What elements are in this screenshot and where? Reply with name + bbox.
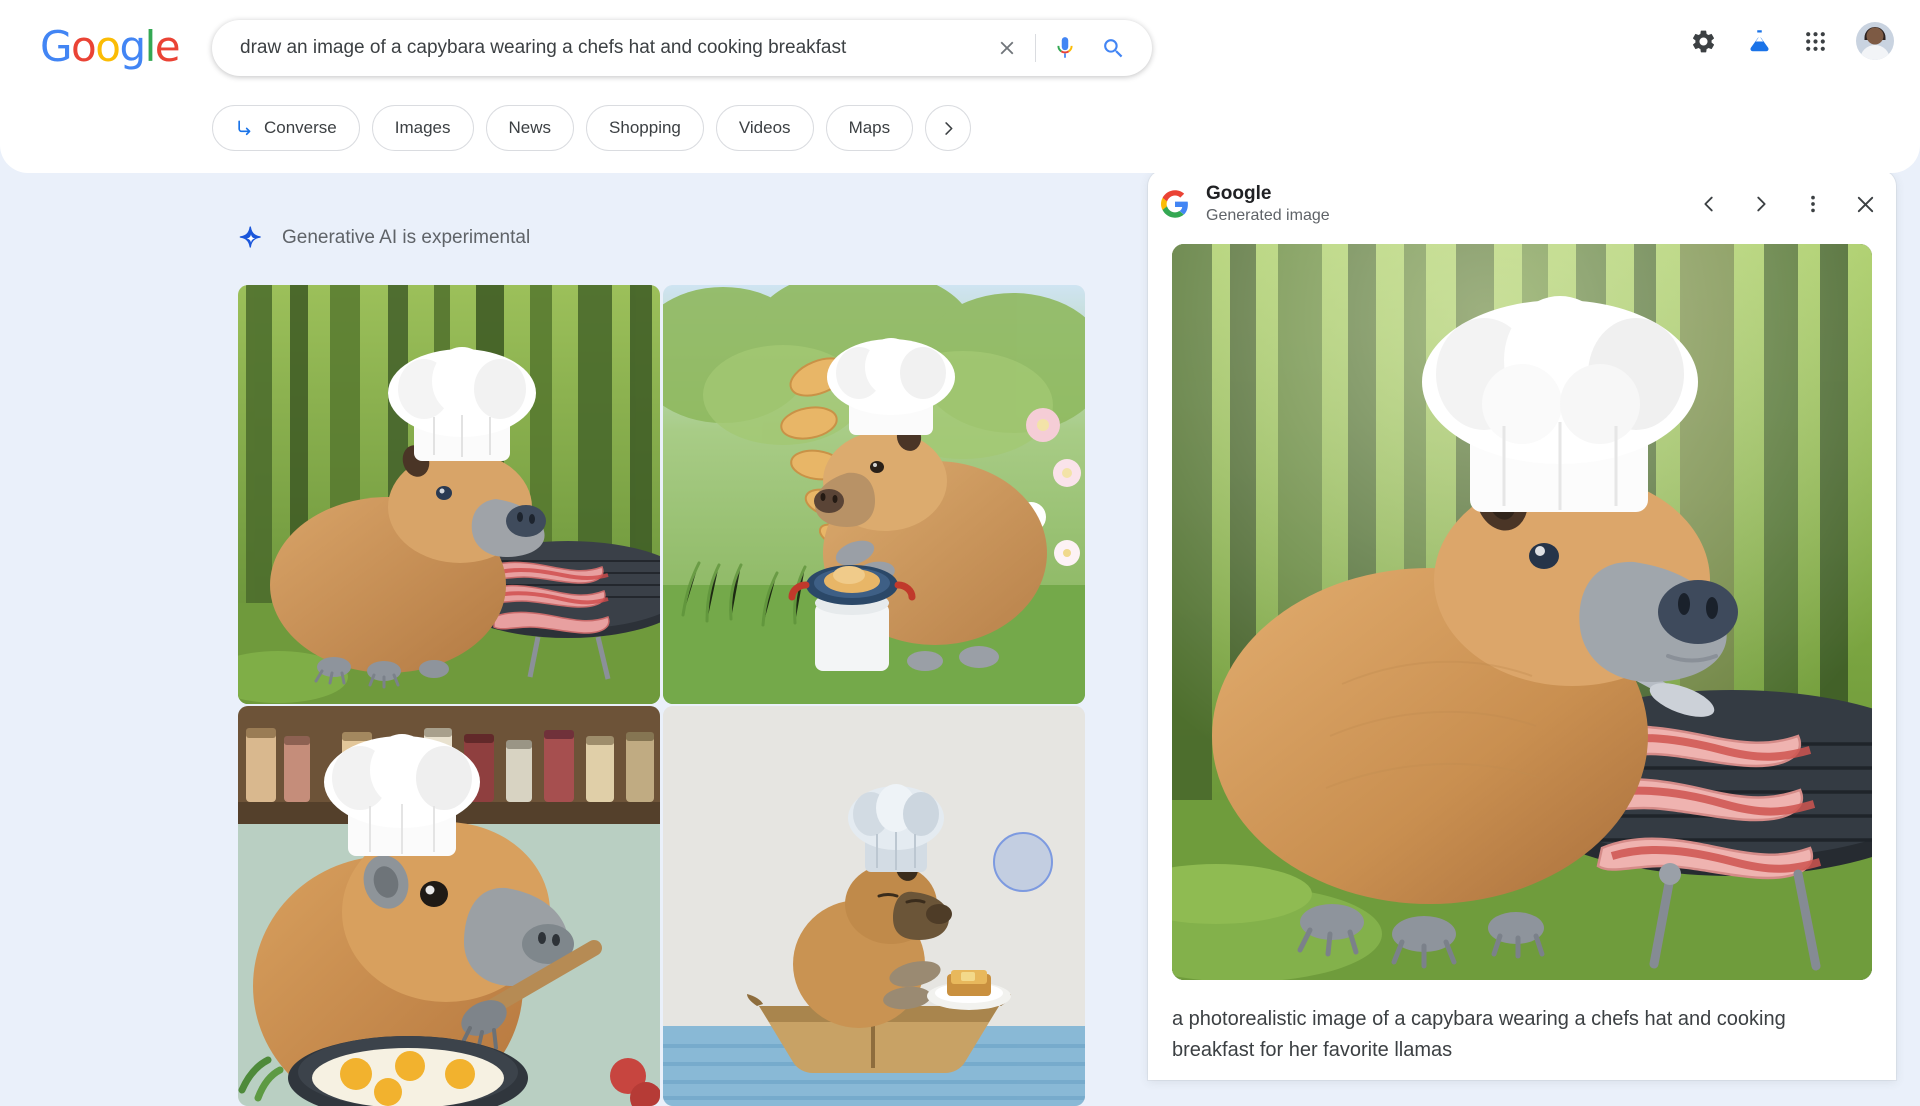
chip-videos[interactable]: Videos — [715, 105, 814, 151]
results-area: Generative AI is experimental — [0, 173, 1140, 1106]
kitchen-eggs-illustration — [238, 706, 660, 1106]
logo-letter-e: e — [154, 22, 181, 71]
chip-label: Maps — [848, 118, 891, 137]
close-icon — [1000, 41, 1014, 55]
chip-maps[interactable]: Maps — [825, 105, 914, 151]
chevron-right-icon — [1757, 196, 1766, 212]
chip-shopping[interactable]: Shopping — [586, 105, 704, 151]
google-logo[interactable]: Google — [40, 22, 181, 71]
avatar[interactable] — [1856, 22, 1894, 60]
preview-panel-titles: Google Generated image — [1206, 183, 1694, 226]
generative-ai-notice-label: Generative AI is experimental — [282, 227, 531, 248]
generated-image-1[interactable] — [238, 285, 660, 704]
microphone-icon — [1057, 37, 1073, 58]
preview-source-subtitle: Generated image — [1206, 206, 1330, 224]
preview-caption: a photorealistic image of a capybara wea… — [1172, 1008, 1786, 1061]
next-image-button[interactable] — [1746, 189, 1776, 219]
lab-flask-icon — [1749, 29, 1769, 51]
avatar-body — [1860, 45, 1890, 60]
chevron-left-icon — [1704, 196, 1713, 212]
chip-label: Shopping — [609, 118, 681, 137]
chip-images[interactable]: Images — [371, 105, 474, 151]
converse-arrow-icon — [238, 120, 251, 136]
generated-image-3[interactable] — [238, 706, 660, 1106]
logo-letter-l: l — [144, 22, 157, 71]
search-input[interactable] — [212, 20, 985, 76]
generated-image-4[interactable] — [663, 706, 1085, 1106]
chip-label: News — [508, 118, 552, 137]
close-icon — [1857, 196, 1873, 212]
chevron-right-icon — [944, 121, 953, 135]
image-preview-panel: Google Generated image a photorealistic … — [1148, 170, 1896, 1080]
filter-chips: Converse Images News Shopping Videos Map… — [212, 105, 972, 151]
close-preview-button[interactable] — [1850, 189, 1880, 219]
logo-letter-g1: G — [40, 22, 73, 71]
sparkle-icon — [239, 226, 261, 248]
header-actions — [1688, 22, 1894, 60]
generative-ai-notice: Generative AI is experimental — [236, 223, 530, 253]
kebab-menu-icon — [1811, 195, 1815, 213]
chip-label: Images — [394, 118, 451, 137]
avatar-face — [1866, 27, 1884, 45]
generated-image-grid — [238, 285, 1085, 1106]
logo-letter-g2: g — [119, 22, 146, 71]
preview-panel-header: Google Generated image — [1148, 170, 1896, 238]
previous-image-button[interactable] — [1694, 189, 1724, 219]
chip-news[interactable]: News — [485, 105, 575, 151]
boat-watercolor-illustration — [663, 706, 1085, 1106]
gear-icon — [1692, 30, 1714, 52]
logo-letter-o1: o — [71, 22, 97, 71]
search-icon — [1103, 38, 1122, 57]
more-options-button[interactable] — [1798, 189, 1828, 219]
google-g-icon — [1158, 187, 1192, 221]
chip-label: Videos — [738, 118, 791, 137]
settings-button[interactable] — [1688, 26, 1718, 56]
forest-grill-illustration — [238, 285, 660, 704]
generated-image-2[interactable] — [663, 285, 1085, 704]
app-header: Google draw an image of a capybara weari… — [0, 0, 1920, 173]
chip-converse[interactable]: Converse — [212, 105, 360, 151]
search-divider — [1035, 34, 1036, 62]
chip-label: Converse — [264, 118, 337, 137]
search-submit-button[interactable] — [1088, 25, 1138, 71]
preview-source-title: Google — [1206, 182, 1272, 204]
preview-panel-actions — [1694, 189, 1880, 219]
search-box — [212, 20, 1152, 76]
voice-search-button[interactable] — [1042, 25, 1088, 71]
clear-search-button[interactable] — [985, 26, 1029, 70]
logo-letter-o2: o — [95, 22, 121, 71]
chip-more-filters[interactable] — [925, 105, 972, 151]
forest-grill-illustration-large — [1172, 244, 1872, 980]
labs-button[interactable] — [1744, 26, 1774, 56]
meadow-pancakes-illustration — [663, 285, 1085, 704]
preview-image[interactable] — [1172, 244, 1872, 980]
apps-grid-icon — [1805, 31, 1825, 51]
apps-button[interactable] — [1800, 26, 1830, 56]
